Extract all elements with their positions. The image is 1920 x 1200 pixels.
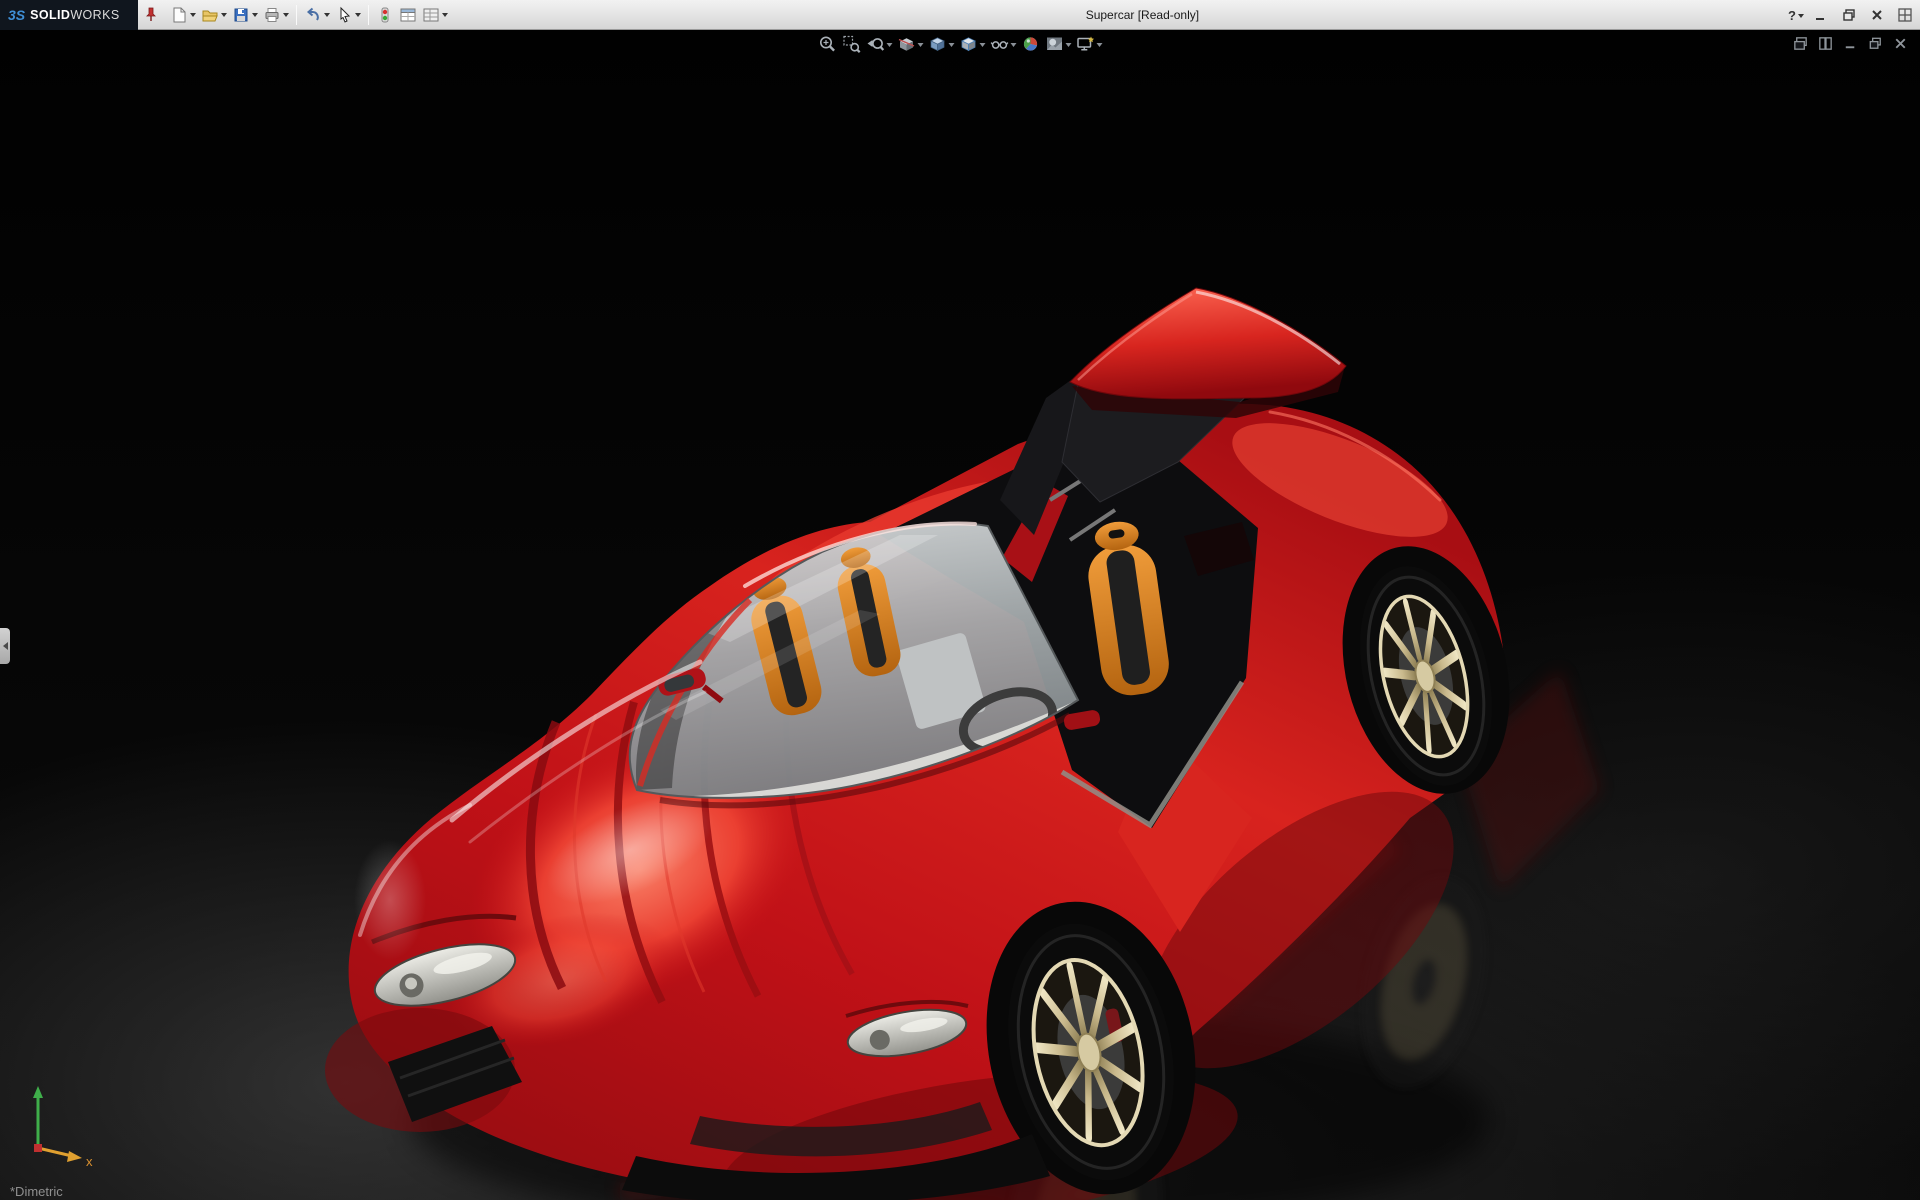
tile-windows-icon	[1817, 35, 1834, 52]
solidworks-logo: 3S SOLIDWORKS	[0, 0, 138, 30]
toolbar-separator	[296, 5, 297, 25]
zoom-to-fit-icon	[818, 34, 838, 54]
open-document-icon	[201, 6, 219, 24]
save-button[interactable]	[230, 3, 260, 27]
chevron-down-icon[interactable]	[1066, 43, 1072, 50]
apply-scene-button[interactable]	[1044, 33, 1073, 55]
tile-windows-button[interactable]	[1815, 33, 1835, 53]
document-window-controls	[1790, 33, 1910, 53]
view-settings-button[interactable]	[1075, 33, 1104, 55]
triad-y-arrow	[33, 1086, 43, 1098]
restore-document-button[interactable]	[1865, 33, 1885, 53]
display-style-button[interactable]	[958, 33, 987, 55]
restore-doc-icon	[1867, 35, 1884, 52]
chevron-down-icon[interactable]	[324, 13, 330, 20]
brand-solid: SOLID	[30, 8, 70, 22]
triad-x-arrow	[67, 1151, 82, 1162]
main-toolbar	[168, 3, 450, 27]
titlebar: 3S SOLIDWORKS	[0, 0, 1920, 30]
help-label: ?	[1788, 8, 1796, 23]
chevron-down-icon[interactable]	[252, 13, 258, 20]
status-lights-button[interactable]	[374, 3, 396, 27]
headsup-view-toolbar	[817, 33, 1104, 55]
window-controls: ?	[1788, 0, 1916, 30]
solidworks-window: 3S SOLIDWORKS	[0, 0, 1920, 1200]
undo-button[interactable]	[302, 3, 332, 27]
chevron-down-icon[interactable]	[887, 43, 893, 50]
zoom-to-area-button[interactable]	[841, 33, 863, 55]
orientation-triad[interactable]: x	[33, 1086, 93, 1169]
view-orientation-cube-icon	[928, 34, 948, 54]
design-table-icon	[399, 6, 417, 24]
scene-icon	[1045, 34, 1065, 54]
section-view-icon	[897, 34, 917, 54]
task-pane-button[interactable]	[1894, 4, 1916, 26]
minimize-doc-icon	[1842, 35, 1859, 52]
save-icon	[232, 6, 250, 24]
chevron-down-icon[interactable]	[1097, 43, 1103, 50]
minimize-button[interactable]	[1810, 4, 1832, 26]
3ds-logo-mark: 3S	[8, 7, 25, 23]
view-settings-icon	[1076, 34, 1096, 54]
cascade-windows-icon	[1792, 35, 1809, 52]
chevron-down-icon[interactable]	[283, 13, 289, 20]
chevron-down-icon[interactable]	[442, 13, 448, 20]
view-orientation-label: *Dimetric	[10, 1184, 63, 1199]
new-document-icon	[170, 6, 188, 24]
print-icon	[263, 6, 281, 24]
chevron-down-icon[interactable]	[221, 13, 227, 20]
close-icon	[1869, 7, 1885, 23]
view-orientation-button[interactable]	[927, 33, 956, 55]
chevron-down-icon[interactable]	[949, 43, 955, 50]
zoom-to-fit-button[interactable]	[817, 33, 839, 55]
close-doc-icon	[1892, 35, 1909, 52]
eyeglasses-icon	[990, 34, 1010, 54]
chevron-down-icon[interactable]	[1798, 14, 1804, 21]
feature-panel-collapse-tab[interactable]	[0, 628, 10, 664]
design-table-button[interactable]	[397, 3, 419, 27]
collapse-arrow-icon	[0, 642, 8, 650]
graphics-viewport[interactable]: x	[0, 30, 1920, 1200]
chevron-down-icon[interactable]	[355, 13, 361, 20]
door-outer-panel	[1070, 288, 1346, 399]
triad-origin	[34, 1144, 42, 1152]
help-button[interactable]: ?	[1788, 8, 1804, 23]
zoom-to-area-icon	[842, 34, 862, 54]
undo-icon	[304, 6, 322, 24]
options-grid-button[interactable]	[420, 3, 450, 27]
chevron-down-icon[interactable]	[190, 13, 196, 20]
restore-button[interactable]	[1838, 4, 1860, 26]
chevron-down-icon[interactable]	[918, 43, 924, 50]
new-document-button[interactable]	[168, 3, 198, 27]
pin-menu-icon[interactable]	[144, 6, 158, 24]
status-lights-icon	[376, 6, 394, 24]
appearance-sphere-icon	[1021, 34, 1041, 54]
print-button[interactable]	[261, 3, 291, 27]
minimize-icon	[1813, 7, 1829, 23]
close-button[interactable]	[1866, 4, 1888, 26]
cascade-windows-button[interactable]	[1790, 33, 1810, 53]
hide-show-items-button[interactable]	[989, 33, 1018, 55]
select-button[interactable]	[333, 3, 363, 27]
window-title: Supercar [Read-only]	[1086, 8, 1199, 22]
chevron-down-icon[interactable]	[980, 43, 986, 50]
options-grid-icon	[422, 6, 440, 24]
edit-appearance-button[interactable]	[1020, 33, 1042, 55]
brand-works: WORKS	[70, 8, 119, 22]
minimize-document-button[interactable]	[1840, 33, 1860, 53]
open-document-button[interactable]	[199, 3, 229, 27]
toolbar-separator	[368, 5, 369, 25]
display-style-icon	[959, 34, 979, 54]
section-view-button[interactable]	[896, 33, 925, 55]
previous-view-icon	[866, 34, 886, 54]
cursor-arrow-icon	[335, 6, 353, 24]
close-document-button[interactable]	[1890, 33, 1910, 53]
model-scene[interactable]: x	[0, 30, 1920, 1200]
chevron-down-icon[interactable]	[1011, 43, 1017, 50]
triad-x-label: x	[86, 1154, 93, 1169]
restore-icon	[1841, 7, 1857, 23]
task-pane-icon	[1897, 7, 1913, 23]
previous-view-button[interactable]	[865, 33, 894, 55]
